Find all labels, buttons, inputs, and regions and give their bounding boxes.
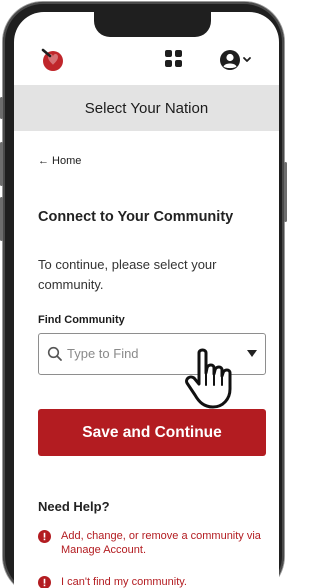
heart-logo-icon[interactable]	[39, 46, 65, 72]
page-title-bar: Select Your Nation	[14, 85, 279, 131]
help-item[interactable]: Add, change, or remove a community via M…	[38, 529, 261, 557]
section-heading: Connect to Your Community	[38, 209, 234, 225]
app-header	[14, 40, 279, 88]
user-circle-icon[interactable]	[219, 49, 253, 71]
phone-frame: Select Your Nation ← Home Connect to You…	[0, 2, 287, 588]
help-item[interactable]: I can't find my community.	[38, 575, 261, 588]
help-item-label: I can't find my community.	[61, 576, 187, 588]
mute-switch	[0, 97, 3, 119]
hand-pointer-cursor-icon	[185, 348, 232, 409]
caret-down-icon	[247, 350, 257, 357]
info-icon	[38, 576, 51, 588]
search-icon	[47, 346, 62, 361]
help-heading: Need Help?	[38, 499, 110, 514]
power-button	[284, 162, 287, 222]
instruction-text: To continue, please select your communit…	[38, 257, 217, 292]
back-home-link[interactable]: ← Home	[38, 155, 81, 167]
notch	[94, 12, 211, 37]
volume-up-button	[0, 142, 3, 186]
volume-down-button	[0, 197, 3, 241]
info-icon	[38, 530, 51, 543]
save-and-continue-button[interactable]: Save and Continue	[38, 409, 266, 456]
grid-apps-icon[interactable]	[165, 50, 183, 68]
find-community-label: Find Community	[38, 314, 125, 326]
community-select-placeholder: Type to Find	[67, 346, 139, 361]
help-item-label: Add, change, or remove a community via M…	[61, 530, 261, 556]
phone-screen: Select Your Nation ← Home Connect to You…	[14, 12, 279, 588]
page-title: Select Your Nation	[84, 99, 209, 117]
